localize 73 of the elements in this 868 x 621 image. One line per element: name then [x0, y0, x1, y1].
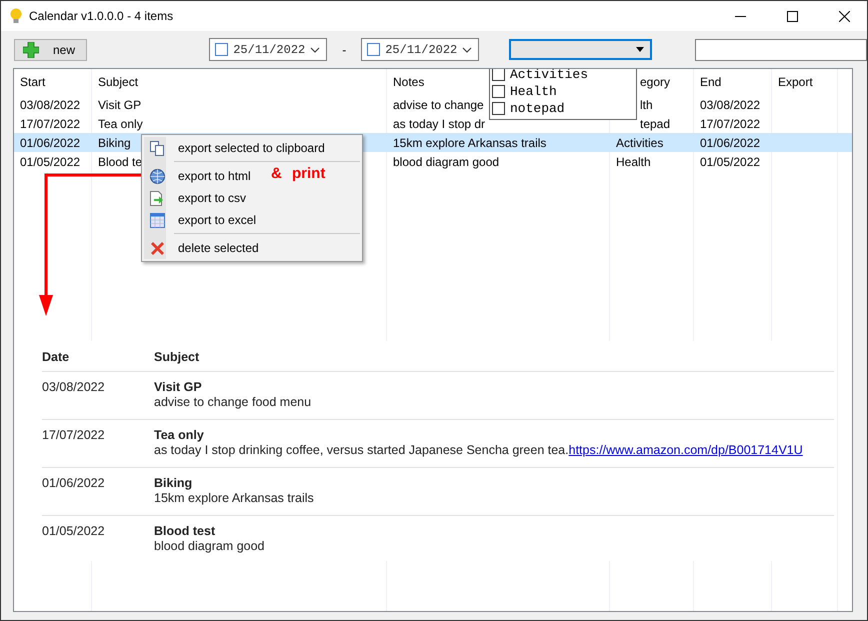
table-cell[interactable]: Activities: [616, 136, 664, 150]
notes-text: blood diagram good: [154, 539, 264, 553]
menu-item[interactable]: export to excel: [142, 209, 256, 231]
copy-icon: [150, 140, 164, 156]
table-cell[interactable]: Visit GP: [98, 98, 142, 112]
table-cell[interactable]: as today I stop dr: [393, 116, 486, 130]
chevron-down-icon: [310, 46, 320, 52]
column-header[interactable]: egory: [640, 75, 670, 89]
date-text: 17/07/2022: [42, 428, 106, 444]
date-text: 03/08/2022: [42, 380, 106, 396]
column-header: Date: [42, 350, 70, 364]
table-cell[interactable]: Health: [616, 154, 651, 168]
option-label[interactable]: notepad: [510, 101, 565, 116]
notes-text: as today I stop drinking coffee, versus started Japanese Sencha green tea.https://www.amazon.com/dp/B001714V1U: [154, 443, 803, 457]
table-cell[interactable]: 01/05/2022: [700, 154, 760, 168]
globe-icon: [150, 168, 164, 184]
table-cell[interactable]: 03/08/2022: [20, 98, 80, 112]
window-title: Calendar v1.0.0.0 - 4 items: [29, 9, 174, 23]
date-picker[interactable]: 25/11/2022: [209, 38, 328, 61]
checkbox[interactable]: [367, 43, 380, 56]
table-cell[interactable]: Tea only: [98, 116, 143, 130]
category-combo[interactable]: [509, 39, 652, 60]
subject-text: Visit GP: [154, 380, 203, 394]
table-cell[interactable]: Biking: [98, 136, 131, 150]
notes-text: advise to change food menu: [154, 395, 312, 409]
column-header[interactable]: Start: [20, 75, 46, 89]
checkbox[interactable]: [492, 69, 505, 81]
checkbox[interactable]: [215, 43, 228, 56]
column-header[interactable]: End: [700, 75, 722, 89]
spreadsheet-icon: [150, 212, 164, 228]
option-label[interactable]: Health: [510, 84, 557, 99]
table-cell[interactable]: 01/05/2022: [20, 154, 80, 168]
subject-text: Blood test: [154, 524, 216, 538]
table-cell[interactable]: blood diagram good: [393, 154, 500, 168]
table-cell[interactable]: lth: [640, 98, 653, 112]
plus-icon: [23, 42, 39, 58]
table-cell[interactable]: 01/06/2022: [20, 136, 80, 150]
date-text: 01/06/2022: [42, 476, 106, 492]
subject-text: Biking: [154, 476, 194, 490]
table-cell[interactable]: 03/08/2022: [700, 98, 760, 112]
column-header[interactable]: Notes: [393, 75, 424, 89]
checkbox[interactable]: [492, 102, 505, 115]
checkbox[interactable]: [492, 85, 505, 98]
table-cell[interactable]: Blood te: [98, 154, 142, 168]
subject-text: Tea only: [154, 428, 205, 442]
menu-item[interactable]: export selected to clipboard: [142, 137, 325, 159]
table-cell[interactable]: tepad: [640, 116, 670, 130]
table-cell[interactable]: advise to change: [393, 98, 484, 112]
table-cell[interactable]: 17/07/2022: [20, 116, 80, 130]
document-arrow-icon: [150, 190, 164, 206]
close-icon[interactable]: [839, 10, 850, 22]
column-header[interactable]: Subject: [98, 75, 138, 89]
annotation-text: & print: [271, 165, 326, 182]
lightbulb-icon: [10, 8, 22, 24]
column-header: Subject: [154, 350, 200, 364]
menu-item[interactable]: export to csv: [142, 187, 246, 209]
notes-text: 15km explore Arkansas trails: [154, 491, 314, 505]
new-button[interactable]: new: [14, 38, 88, 60]
range-separator: -: [342, 42, 346, 56]
chevron-down-icon: [462, 46, 472, 52]
link[interactable]: https://www.amazon.com/dp/B001714V1U: [568, 443, 803, 457]
column-header[interactable]: Export: [778, 75, 813, 89]
date-text: 01/05/2022: [42, 524, 106, 540]
menu-item[interactable]: delete selected: [142, 237, 259, 259]
maximize-icon[interactable]: [787, 10, 798, 22]
table-cell[interactable]: 01/06/2022: [700, 136, 760, 150]
search-field[interactable]: [695, 38, 867, 60]
table-cell[interactable]: 15km explore Arkansas trails: [393, 136, 546, 150]
date-picker[interactable]: 25/11/2022: [361, 38, 480, 61]
delete-icon: [150, 240, 164, 256]
menu-item[interactable]: export to html: [142, 165, 251, 187]
table-cell[interactable]: 17/07/2022: [700, 116, 760, 130]
dropdown-arrow-icon: [636, 47, 644, 52]
